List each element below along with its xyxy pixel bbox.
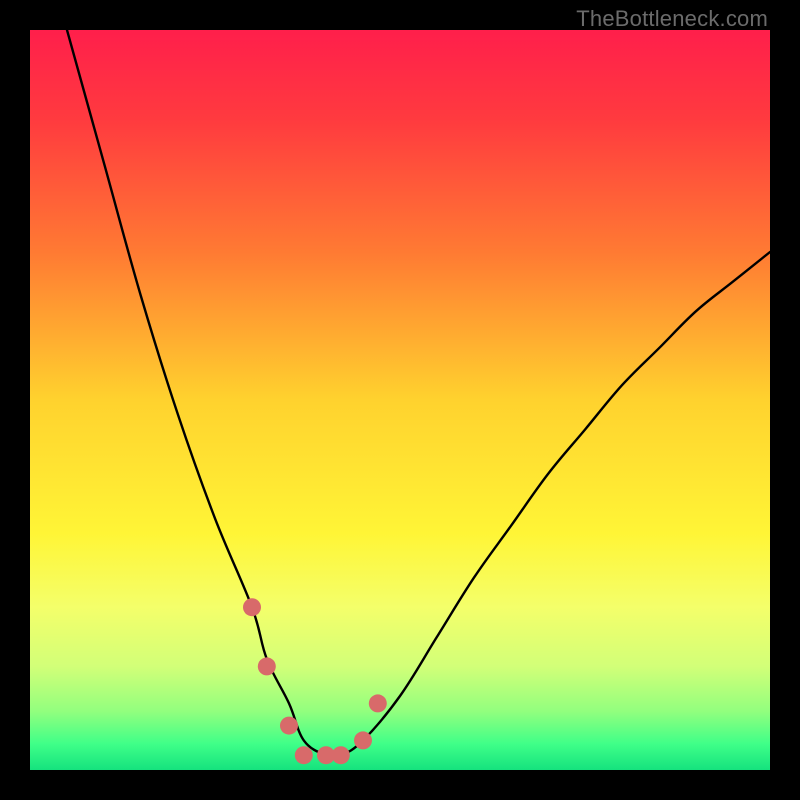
highlighted-points [243,598,387,764]
highlight-marker [280,717,298,735]
highlight-marker [354,731,372,749]
bottleneck-curve [67,30,770,757]
highlight-marker [258,657,276,675]
highlight-marker [369,694,387,712]
chart-root: TheBottleneck.com [0,0,800,800]
watermark-text: TheBottleneck.com [576,6,768,32]
plot-area [30,30,770,770]
highlight-marker [332,746,350,764]
highlight-marker [243,598,261,616]
highlight-marker [295,746,313,764]
curve-layer [30,30,770,770]
